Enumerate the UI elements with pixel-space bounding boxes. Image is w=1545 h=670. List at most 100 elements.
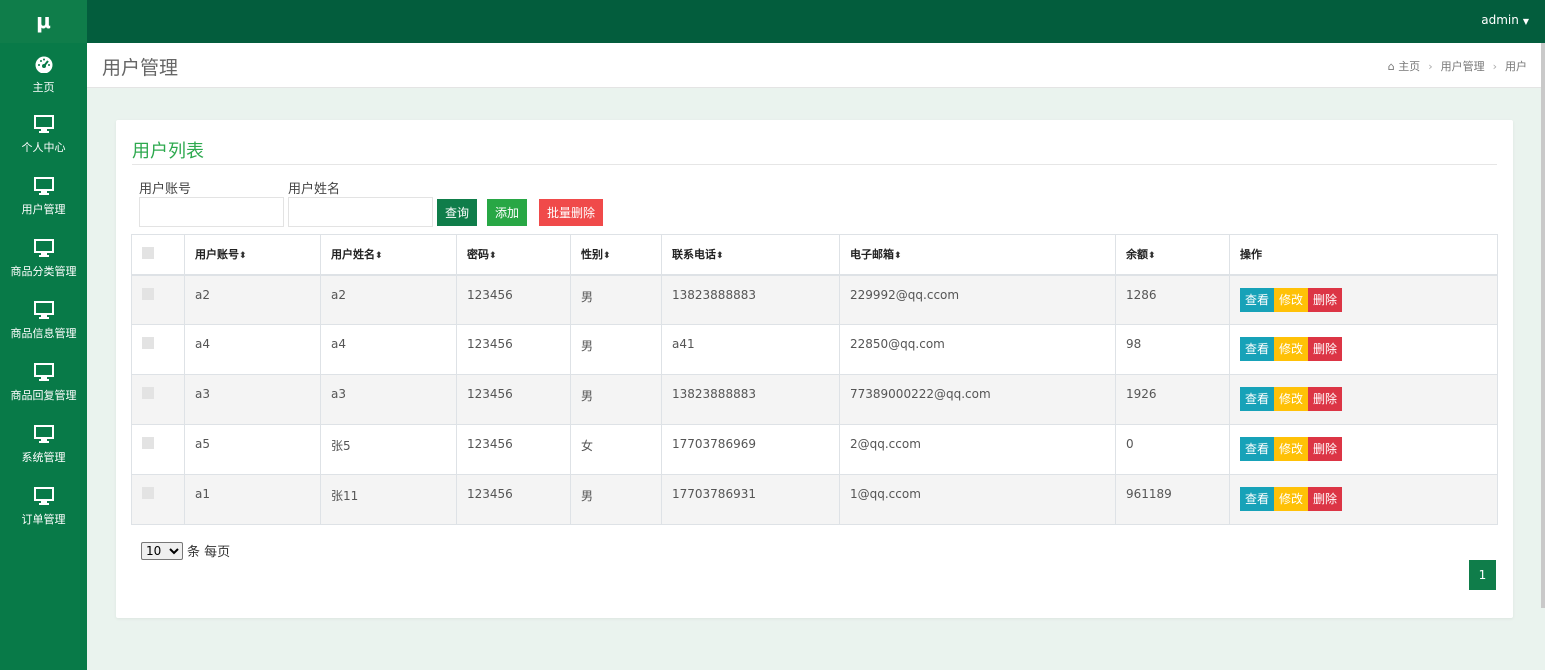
app-logo[interactable]: μ: [0, 0, 87, 43]
page-size-control: 10 条 每页: [141, 541, 230, 560]
sidebar-item-label: 商品分类管理: [10, 265, 77, 278]
sidebar-item-home[interactable]: 主页: [0, 43, 87, 105]
select-all-header: [131, 234, 185, 276]
sidebar-item-label: 商品回复管理: [10, 389, 77, 402]
cell-balance: 0: [1115, 424, 1230, 475]
cell-balance: 1286: [1115, 274, 1230, 325]
cell-email: 2@qq.ccom: [839, 424, 1116, 475]
column-header-phone[interactable]: 联系电话⬍: [661, 234, 840, 276]
breadcrumb-home[interactable]: 主页: [1398, 60, 1420, 73]
view-button[interactable]: 查看: [1240, 337, 1275, 361]
breadcrumb-user-management[interactable]: 用户管理: [1441, 60, 1485, 73]
table-row: a3 a3 123456 男 13823888883 77389000222@q…: [131, 374, 1498, 425]
breadcrumb-current: 用户: [1505, 60, 1527, 73]
cell-actions: 查看 修改 删除: [1229, 374, 1498, 425]
row-checkbox[interactable]: [142, 287, 154, 300]
cell-phone: 17703786969: [661, 424, 840, 475]
table-row: a1 张11 123456 男 17703786931 1@qq.ccom 96…: [131, 474, 1498, 525]
row-checkbox[interactable]: [142, 337, 154, 349]
sort-icon: ⬍: [489, 251, 497, 262]
sort-icon: ⬍: [1148, 251, 1156, 262]
scrollbar[interactable]: [1541, 43, 1545, 608]
cell-password: 123456: [456, 374, 571, 425]
batch-delete-button[interactable]: 批量删除: [539, 199, 604, 226]
column-header-account[interactable]: 用户账号⬍: [184, 234, 321, 276]
edit-button[interactable]: 修改: [1274, 387, 1309, 411]
cell-name: 张11: [320, 474, 457, 525]
cell-gender: 男: [570, 474, 662, 525]
cell-balance: 1926: [1115, 374, 1230, 425]
account-filter-input[interactable]: [139, 197, 284, 227]
cell-password: 123456: [456, 274, 571, 325]
page-number-button[interactable]: 1: [1469, 560, 1496, 590]
table-row: a4 a4 123456 男 a41 22850@qq.com 98 查看 修改删…: [131, 324, 1498, 375]
edit-button[interactable]: 修改: [1274, 437, 1309, 461]
column-header-email[interactable]: 电子邮箱⬍: [839, 234, 1116, 276]
cell-password: 123456: [456, 474, 571, 525]
cell-actions: 查看 修改 删除: [1229, 474, 1498, 525]
edit-button[interactable]: 修改: [1274, 487, 1309, 511]
card-title: 用户列表: [132, 141, 204, 162]
dashboard-icon: [0, 53, 87, 75]
cell-balance: 961189: [1115, 474, 1230, 525]
cell-name: a3: [320, 374, 457, 425]
name-filter-input[interactable]: [288, 197, 433, 227]
sidebar-item-profile[interactable]: 个人中心: [0, 105, 87, 167]
column-header-name[interactable]: 用户姓名⬍: [320, 234, 457, 276]
user-menu[interactable]: admin ▼: [1481, 0, 1529, 42]
sidebar-item-replies[interactable]: 商品回复管理: [0, 353, 87, 415]
page-title: 用户管理: [102, 57, 179, 79]
add-button[interactable]: 添加: [487, 199, 528, 226]
column-header-password[interactable]: 密码⬍: [456, 234, 571, 276]
sidebar-item-products[interactable]: 商品信息管理: [0, 291, 87, 353]
sort-icon: ⬍: [375, 251, 383, 262]
delete-button[interactable]: 删除: [1308, 487, 1343, 511]
delete-button[interactable]: 删除: [1308, 287, 1343, 312]
breadcrumb: ⌂ 主页 › 用户管理 › 用户: [1388, 58, 1527, 74]
sidebar-item-label: 用户管理: [21, 203, 66, 216]
chevron-right-icon: ›: [1492, 60, 1497, 73]
row-checkbox[interactable]: [142, 437, 154, 449]
view-button[interactable]: 查看: [1240, 387, 1275, 411]
cell-name: a4: [320, 324, 457, 375]
edit-button[interactable]: 修改: [1274, 337, 1309, 361]
row-checkbox[interactable]: [142, 387, 154, 399]
sidebar-item-categories[interactable]: 商品分类管理: [0, 229, 87, 291]
sidebar-item-label: 订单管理: [21, 513, 66, 526]
delete-button[interactable]: 删除: [1308, 387, 1343, 411]
cell-account: a5: [184, 424, 321, 475]
cell-balance: 98: [1115, 324, 1230, 375]
cell-account: a2: [184, 274, 321, 325]
column-header-actions: 操作: [1229, 234, 1498, 276]
view-button[interactable]: 查看: [1240, 287, 1275, 312]
select-all-checkbox[interactable]: [142, 246, 154, 259]
page-size-select[interactable]: 10: [141, 541, 183, 560]
table-row: a5 张5 123456 女 17703786969 2@qq.ccom 0 查…: [131, 424, 1498, 475]
cell-actions: 查看 修改 删除: [1229, 274, 1498, 325]
table-header-row: 用户账号⬍ 用户姓名⬍ 密码⬍ 性别⬍ 联系电话⬍ 电子邮箱⬍ 余额⬍ 操作: [131, 234, 1498, 276]
monitor-icon: [0, 485, 87, 507]
sidebar-item-users[interactable]: 用户管理: [0, 167, 87, 229]
column-header-gender[interactable]: 性别⬍: [570, 234, 662, 276]
name-filter-label: 用户姓名: [288, 182, 341, 197]
view-button[interactable]: 查看: [1240, 487, 1275, 511]
monitor-icon: [0, 299, 87, 321]
cell-name: 张5: [320, 424, 457, 475]
sidebar-item-label: 系统管理: [21, 451, 66, 464]
edit-button[interactable]: 修改: [1274, 287, 1309, 312]
cell-phone: 13823888883: [661, 274, 840, 325]
user-list-card: 用户列表 用户账号 用户姓名 查询 添加 批量删除 用户账号⬍ 用户姓名⬍ 密码…: [116, 120, 1513, 618]
column-header-balance[interactable]: 余额⬍: [1115, 234, 1230, 276]
row-checkbox[interactable]: [142, 487, 154, 499]
cell-account: a1: [184, 474, 321, 525]
page-size-suffix: 条 每页: [187, 545, 231, 560]
view-button[interactable]: 查看: [1240, 437, 1275, 461]
delete-button[interactable]: 删除: [1308, 337, 1343, 361]
delete-button[interactable]: 删除: [1308, 437, 1343, 461]
sidebar-item-orders[interactable]: 订单管理: [0, 477, 87, 539]
cell-account: a3: [184, 374, 321, 425]
sidebar-item-system[interactable]: 系统管理: [0, 415, 87, 477]
monitor-icon: [0, 423, 87, 445]
cell-email: 77389000222@qq.com: [839, 374, 1116, 425]
query-button[interactable]: 查询: [437, 199, 478, 226]
